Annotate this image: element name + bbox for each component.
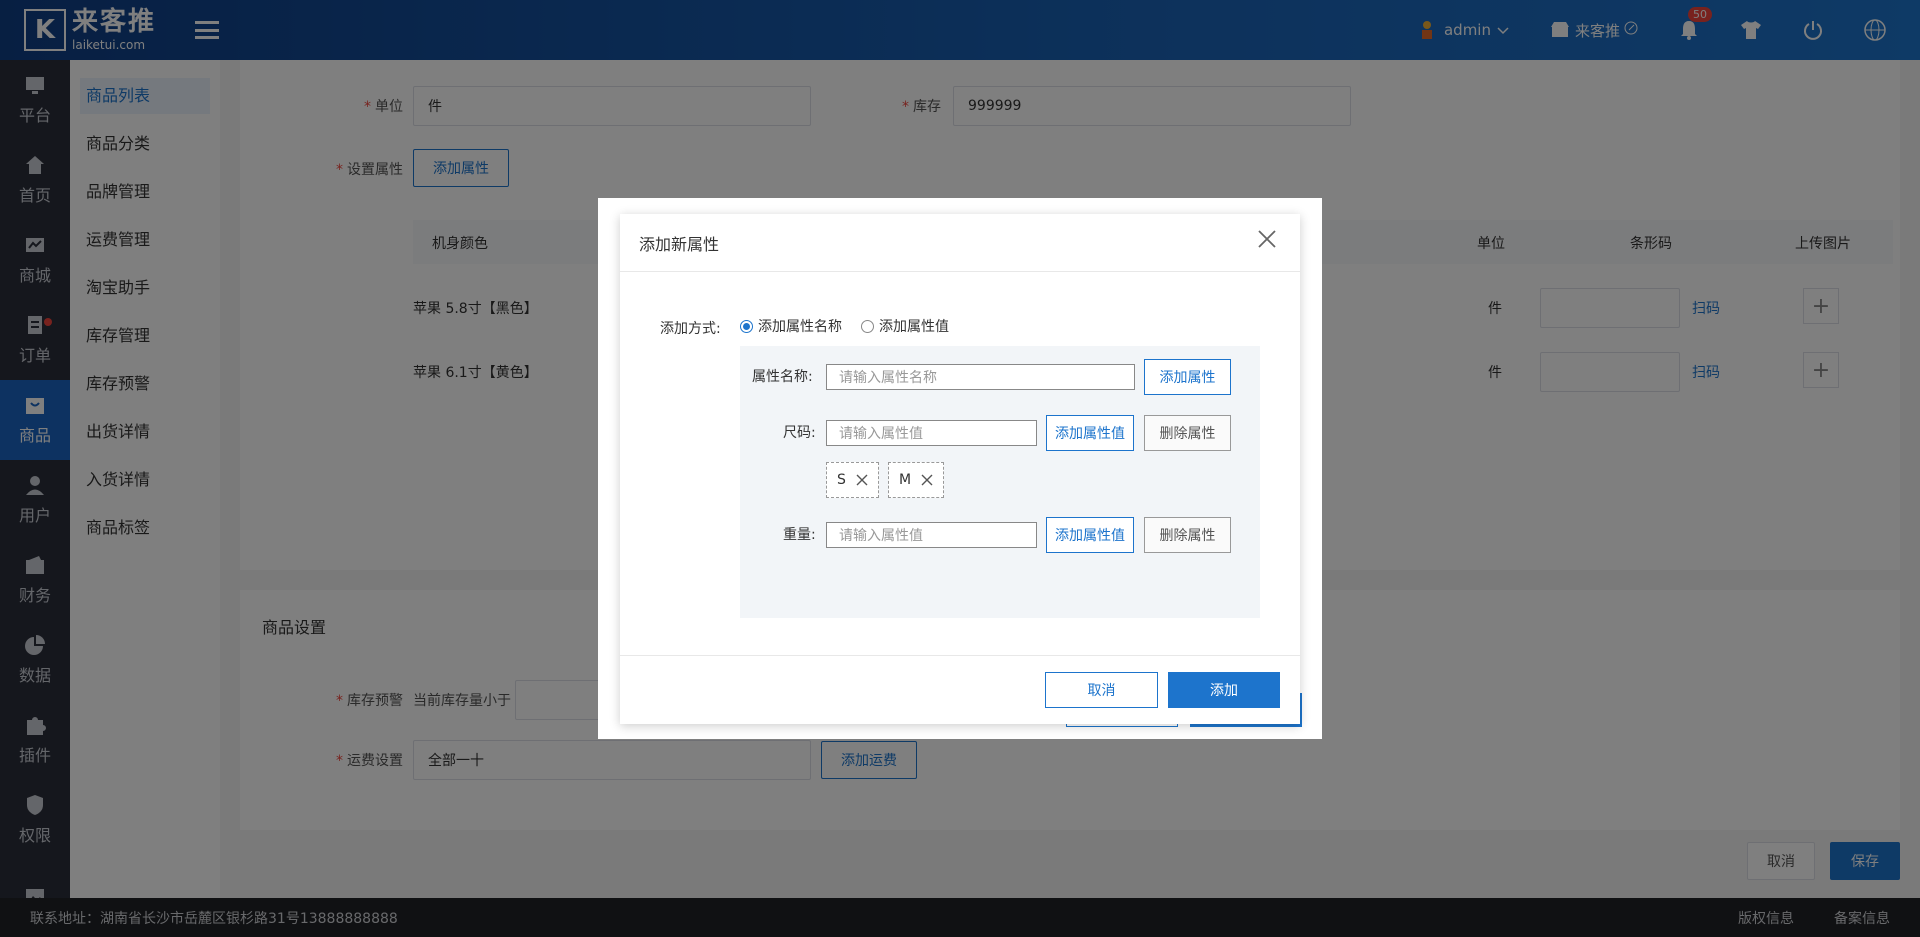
radio-add-attr-value[interactable]: 添加属性值 (861, 316, 949, 336)
attr-name-input[interactable]: 请输入属性名称 (826, 364, 1135, 390)
add-button[interactable]: 添加 (1168, 672, 1280, 708)
cancel-button[interactable]: 取消 (1045, 672, 1158, 708)
attr-weight-label: 重量: (783, 527, 816, 543)
attr-size-label: 尺码: (783, 425, 816, 441)
radio-add-attr-name[interactable]: 添加属性名称 (740, 316, 842, 336)
radio-label: 添加属性值 (879, 319, 949, 335)
radio-unchecked-icon (861, 319, 874, 333)
close-icon[interactable] (1256, 228, 1278, 250)
add-weight-value-button[interactable]: 添加属性值 (1046, 517, 1134, 553)
radio-checked-icon (740, 319, 753, 333)
attr-value-tag: M (888, 462, 945, 498)
tag-label: M (899, 472, 912, 488)
delete-size-attribute-button[interactable]: 删除属性 (1144, 415, 1231, 451)
attr-name-label: 属性名称: (752, 369, 813, 385)
close-icon[interactable] (921, 474, 933, 486)
attribute-editor: 属性名称: 请输入属性名称 添加属性 尺码: 请输入属性值 添加属性值 删除属性… (740, 346, 1260, 618)
attr-weight-value-input[interactable]: 请输入属性值 (826, 522, 1037, 548)
attr-value-tag: S (826, 462, 879, 498)
delete-weight-attribute-button[interactable]: 删除属性 (1144, 517, 1231, 553)
dialog-title: 添加新属性 (639, 234, 720, 254)
dialog-footer: 取消 添加 (620, 655, 1300, 724)
close-icon[interactable] (856, 474, 868, 486)
add-size-value-button[interactable]: 添加属性值 (1046, 415, 1134, 451)
dialog-header: 添加新属性 (620, 214, 1300, 272)
tag-label: S (837, 472, 846, 488)
dialog-body: 添加方式: 添加属性名称 添加属性值 属性名称: 请输入属性名称 添加属性 尺码… (620, 272, 1300, 654)
add-attribute-dialog: 添加新属性 添加方式: 添加属性名称 添加属性值 属性名称: 请输入属性名称 添… (620, 214, 1300, 724)
attr-size-value-input[interactable]: 请输入属性值 (826, 420, 1037, 446)
mode-label: 添加方式: (660, 321, 721, 337)
add-attribute-button[interactable]: 添加属性 (1144, 359, 1231, 395)
radio-label: 添加属性名称 (758, 319, 842, 335)
